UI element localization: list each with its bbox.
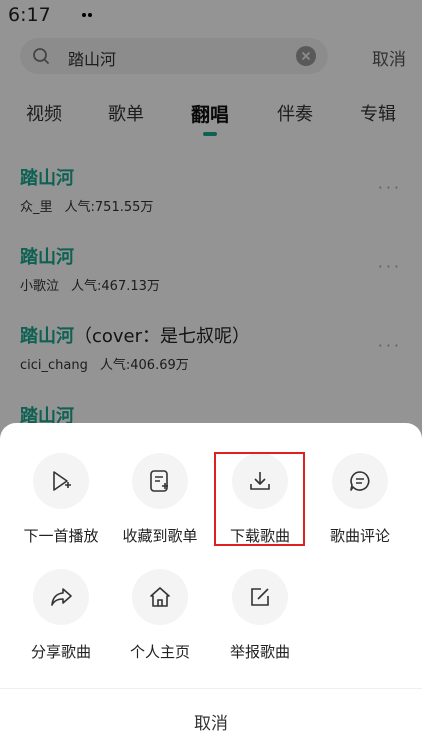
play-next-icon [53, 471, 71, 491]
user-home-label: 个人主页 [129, 643, 190, 661]
comment-icon [350, 471, 370, 491]
sheet-cancel-button[interactable]: 取消 [0, 709, 422, 734]
play-next-label: 下一首播放 [23, 527, 99, 545]
song-comment-button[interactable]: 歌曲评论 [310, 453, 410, 553]
play-next-button[interactable]: 下一首播放 [11, 453, 111, 553]
report-song-label: 举报歌曲 [229, 643, 290, 661]
add-to-playlist-icon [150, 470, 168, 492]
share-song-label: 分享歌曲 [30, 643, 91, 661]
home-icon [150, 587, 170, 607]
share-icon [51, 588, 72, 606]
report-icon [251, 588, 269, 606]
song-comment-label: 歌曲评论 [329, 527, 390, 545]
download-highlight-box [214, 452, 305, 546]
sheet-divider [0, 688, 422, 689]
user-home-button[interactable]: 个人主页 [110, 569, 210, 669]
report-song-button[interactable]: 举报歌曲 [210, 569, 310, 669]
song-actions-sheet: 下一首播放 收藏到歌单 下载歌曲 歌曲评论 分享歌曲 个人主页 举报歌曲 取消 [0, 423, 422, 750]
share-song-button[interactable]: 分享歌曲 [11, 569, 111, 669]
add-to-playlist-button[interactable]: 收藏到歌单 [110, 453, 210, 553]
add-to-playlist-label: 收藏到歌单 [122, 527, 198, 545]
